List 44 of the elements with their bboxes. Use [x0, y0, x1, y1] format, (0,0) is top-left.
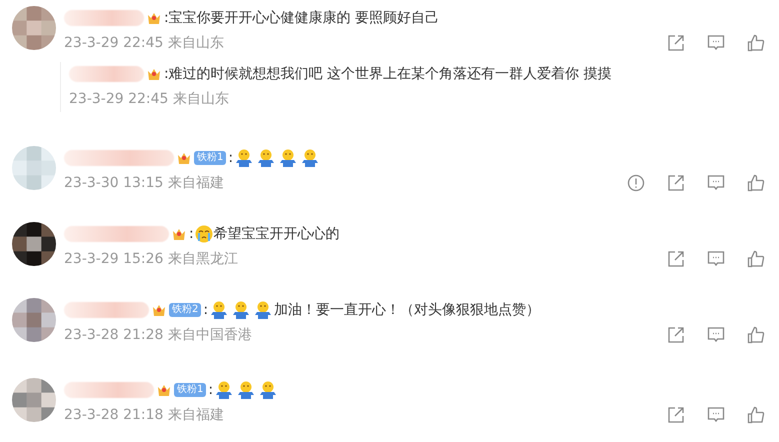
- comment-icon[interactable]: [707, 250, 725, 268]
- hug-emoji-icon: [209, 300, 230, 320]
- like-icon[interactable]: [747, 250, 765, 268]
- like-icon[interactable]: [747, 34, 765, 52]
- comment-meta: 23-3-30 13:15 来自福建: [64, 174, 224, 192]
- comment-meta: 23-3-29 15:26 来自黑龙江: [64, 250, 238, 268]
- share-icon[interactable]: [667, 406, 685, 424]
- hug-emoji-icon: [278, 148, 298, 168]
- hug-emoji-icon: [234, 148, 254, 168]
- like-icon[interactable]: [747, 326, 765, 344]
- share-icon[interactable]: [667, 326, 685, 344]
- comment-text: :宝宝你要开开心心健健康康的 要照顾好自己: [164, 9, 440, 27]
- like-icon[interactable]: [747, 174, 765, 192]
- comment-text: :: [228, 150, 234, 166]
- share-icon[interactable]: [667, 250, 685, 268]
- share-icon[interactable]: [667, 34, 685, 52]
- fan-badge: 铁粉1: [174, 383, 206, 397]
- crying-emoji-icon: [194, 224, 214, 244]
- share-icon[interactable]: [667, 174, 685, 192]
- comment-icon[interactable]: [707, 406, 725, 424]
- comment-icon[interactable]: [707, 174, 725, 192]
- hug-emoji-icon: [253, 300, 274, 320]
- comment-text: :难过的时候就想想我们吧 这个世界上在某个角落还有一群人爱着你 摸摸: [164, 65, 612, 83]
- comment-meta: 23-3-28 21:18 来自福建: [64, 406, 224, 424]
- comment-text: 希望宝宝开开心心的: [214, 225, 340, 243]
- hug-emoji-icon: [214, 380, 234, 400]
- comment-meta: 23-3-28 21:28 来自中国香港: [64, 326, 252, 344]
- comment-text: :: [203, 302, 208, 318]
- hug-emoji-icon: [236, 380, 256, 400]
- comment-text: :: [189, 226, 194, 242]
- hug-emoji-icon: [231, 300, 252, 320]
- reply-meta: 23-3-29 22:45 来自山东: [69, 90, 229, 108]
- comment-text: 加油！要一直开心！（对头像狠狠地点赞）: [274, 301, 540, 319]
- comment-meta: 23-3-29 22:45 来自山东: [64, 34, 224, 52]
- hug-emoji-icon: [300, 148, 320, 168]
- fan-badge: 铁粉2: [169, 303, 202, 317]
- comment-icon[interactable]: [707, 326, 725, 344]
- hug-emoji-icon: [256, 148, 276, 168]
- comment-text: :: [208, 382, 214, 398]
- warning-icon[interactable]: [627, 174, 645, 192]
- like-icon[interactable]: [747, 406, 765, 424]
- fan-badge: 铁粉1: [194, 151, 226, 165]
- comment-icon[interactable]: [707, 34, 725, 52]
- hug-emoji-icon: [258, 380, 278, 400]
